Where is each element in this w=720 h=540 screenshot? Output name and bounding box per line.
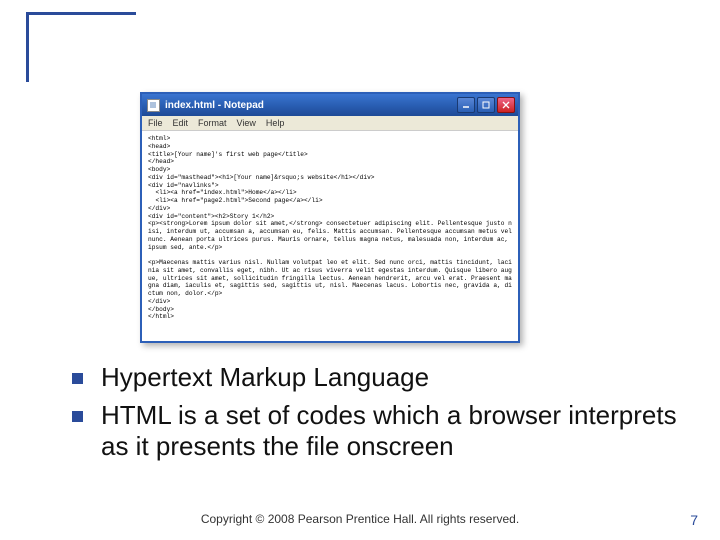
slide-corner-accent	[26, 12, 136, 82]
window-title: index.html - Notepad	[165, 100, 457, 111]
bullet-text: HTML is a set of codes which a browser i…	[101, 400, 690, 463]
menu-view[interactable]: View	[237, 118, 256, 128]
bullet-icon	[72, 373, 83, 384]
menu-file[interactable]: File	[148, 118, 163, 128]
notepad-window: index.html - Notepad File Edit Format Vi…	[140, 92, 520, 343]
bullet-icon	[72, 411, 83, 422]
menu-edit[interactable]: Edit	[173, 118, 189, 128]
minimize-button[interactable]	[457, 97, 475, 113]
maximize-button[interactable]	[477, 97, 495, 113]
titlebar: index.html - Notepad	[142, 94, 518, 116]
page-number: 7	[690, 512, 698, 528]
menu-format[interactable]: Format	[198, 118, 227, 128]
copyright-footer: Copyright © 2008 Pearson Prentice Hall. …	[0, 512, 720, 526]
bullet-list: Hypertext Markup Language HTML is a set …	[72, 362, 690, 469]
notepad-text-area[interactable]: <html> <head> <title>[Your name]'s first…	[142, 131, 518, 341]
list-item: Hypertext Markup Language	[72, 362, 690, 394]
menubar: File Edit Format View Help	[142, 116, 518, 131]
bullet-text: Hypertext Markup Language	[101, 362, 429, 394]
notepad-app-icon	[147, 99, 160, 112]
close-button[interactable]	[497, 97, 515, 113]
list-item: HTML is a set of codes which a browser i…	[72, 400, 690, 463]
menu-help[interactable]: Help	[266, 118, 285, 128]
window-controls	[457, 97, 515, 113]
